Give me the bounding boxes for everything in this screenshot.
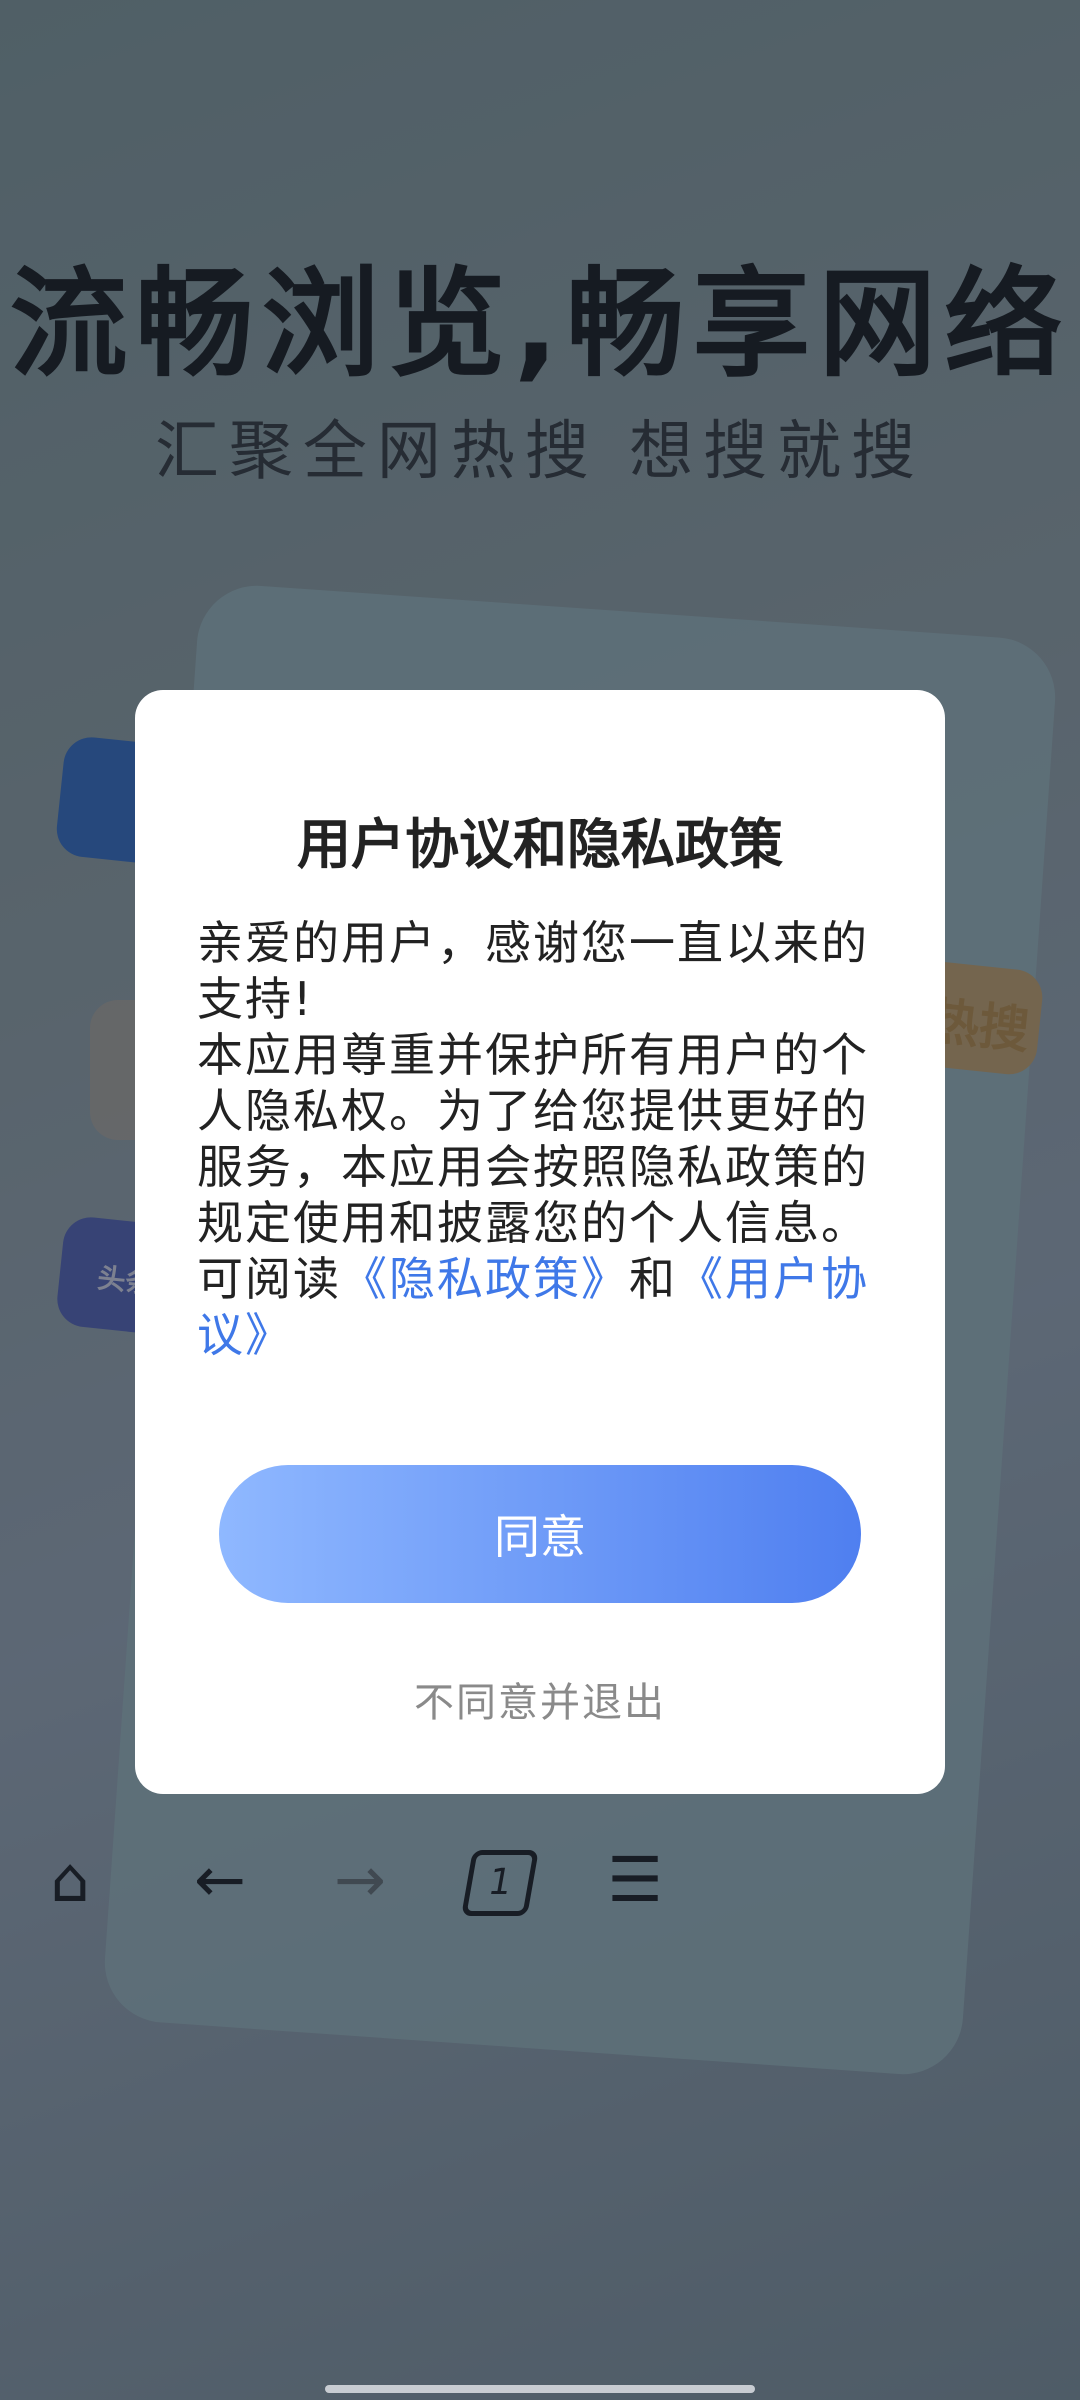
privacy-dialog: 用户协议和隐私政策 亲爱的用户，感谢您一直以来的支持! 本应用尊重并保护所有用户… [135, 690, 945, 1794]
agree-button[interactable]: 同意 [219, 1465, 861, 1603]
dialog-greeting: 亲爱的用户，感谢您一直以来的支持! [197, 916, 869, 1026]
dialog-description: 本应用尊重并保护所有用户的个人隐私权。为了给您提供更好的服务，本应用会按照隐私政… [197, 1028, 869, 1250]
dialog-body: 亲爱的用户，感谢您一直以来的支持! 本应用尊重并保护所有用户的个人隐私权。为了给… [197, 915, 887, 1363]
home-indicator[interactable] [325, 2385, 755, 2393]
dialog-links-line: 可阅读《隐私政策》和《用户协议》 [197, 1251, 887, 1363]
disagree-exit-button[interactable]: 不同意并退出 [135, 1670, 945, 1728]
read-prefix: 可阅读 [197, 1252, 341, 1306]
privacy-policy-link[interactable]: 《隐私政策》 [341, 1252, 629, 1306]
dialog-title: 用户协议和隐私政策 [297, 813, 783, 876]
and-text: 和 [629, 1252, 677, 1306]
